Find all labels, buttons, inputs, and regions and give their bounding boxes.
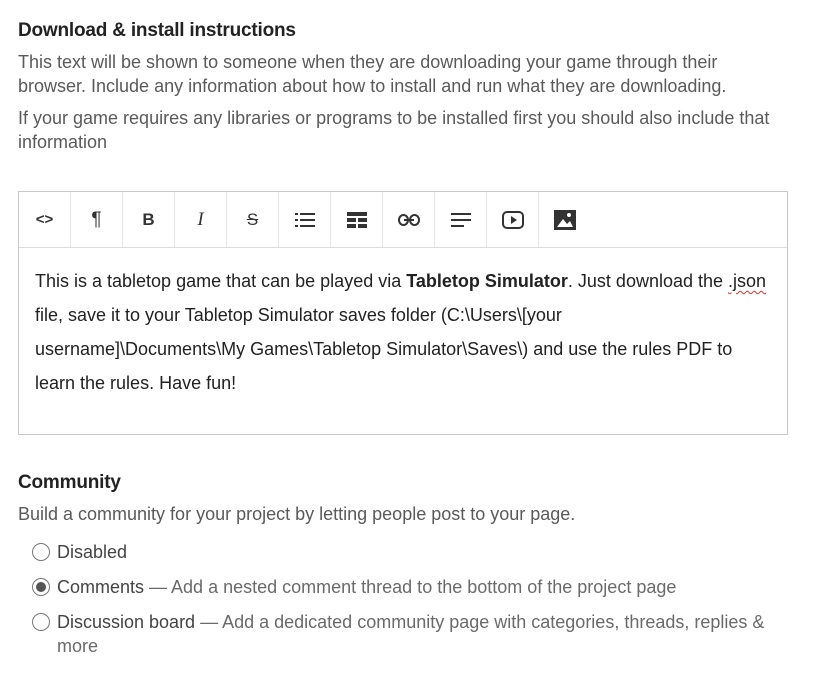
list-icon: [294, 212, 315, 227]
code-icon: <>: [35, 211, 54, 228]
community-options: Disabled Comments — Add a nested comment…: [32, 540, 792, 669]
content-misspelled-word: .json: [728, 271, 767, 291]
download-instructions-section: Download & install instructions This tex…: [18, 20, 790, 154]
download-instructions-title: Download & install instructions: [18, 20, 296, 41]
bold-icon: B: [142, 209, 155, 229]
align-button[interactable]: [435, 192, 487, 247]
insert-image-button[interactable]: [539, 192, 591, 247]
insert-link-button[interactable]: [383, 192, 435, 247]
link-icon: [397, 213, 420, 226]
video-icon: [501, 210, 524, 229]
table-icon: [346, 211, 367, 228]
content-bold-text: Tabletop Simulator: [406, 271, 568, 291]
strikethrough-button[interactable]: S: [227, 192, 279, 247]
strikethrough-icon: S: [246, 209, 259, 229]
bold-button[interactable]: B: [123, 192, 175, 247]
community-section: Community Build a community for your pro…: [18, 472, 790, 526]
community-description: Build a community for your project by le…: [18, 504, 576, 524]
radio-disabled[interactable]: [32, 543, 50, 561]
community-option-discussion-board[interactable]: Discussion board — Add a dedicated commu…: [32, 610, 792, 658]
option-description: — Add a nested comment thread to the bot…: [144, 577, 677, 597]
community-option-comments[interactable]: Comments — Add a nested comment thread t…: [32, 575, 792, 599]
align-left-icon: [450, 212, 471, 227]
option-label: Discussion board: [57, 612, 196, 632]
option-label: Disabled: [57, 542, 128, 562]
rich-text-editor: <> ¶ B I S This is a tabletop game that …: [18, 191, 788, 435]
content-text-2: . Just download the: [567, 271, 729, 291]
unordered-list-button[interactable]: [279, 192, 331, 247]
paragraph-format-button[interactable]: ¶: [71, 192, 123, 247]
editor-toolbar: <> ¶ B I S: [19, 192, 787, 248]
radio-comments[interactable]: [32, 578, 50, 596]
paragraph-icon: ¶: [91, 208, 102, 230]
radio-discussion-board[interactable]: [32, 613, 50, 631]
community-option-disabled[interactable]: Disabled: [32, 540, 792, 564]
table-button[interactable]: [331, 192, 383, 247]
italic-button[interactable]: I: [175, 192, 227, 247]
option-label: Comments: [57, 577, 145, 597]
content-text-1: This is a tabletop game that can be play…: [35, 271, 407, 291]
content-text-3: file, save it to your Tabletop Simulator…: [35, 305, 733, 393]
download-instructions-note: If your game requires any libraries or p…: [18, 108, 770, 152]
code-view-button[interactable]: <>: [19, 192, 71, 247]
download-instructions-description: This text will be shown to someone when …: [18, 52, 727, 96]
community-title: Community: [18, 472, 121, 493]
image-icon: [554, 209, 576, 230]
insert-video-button[interactable]: [487, 192, 539, 247]
editor-content[interactable]: This is a tabletop game that can be play…: [19, 248, 787, 400]
italic-icon: I: [197, 208, 204, 230]
